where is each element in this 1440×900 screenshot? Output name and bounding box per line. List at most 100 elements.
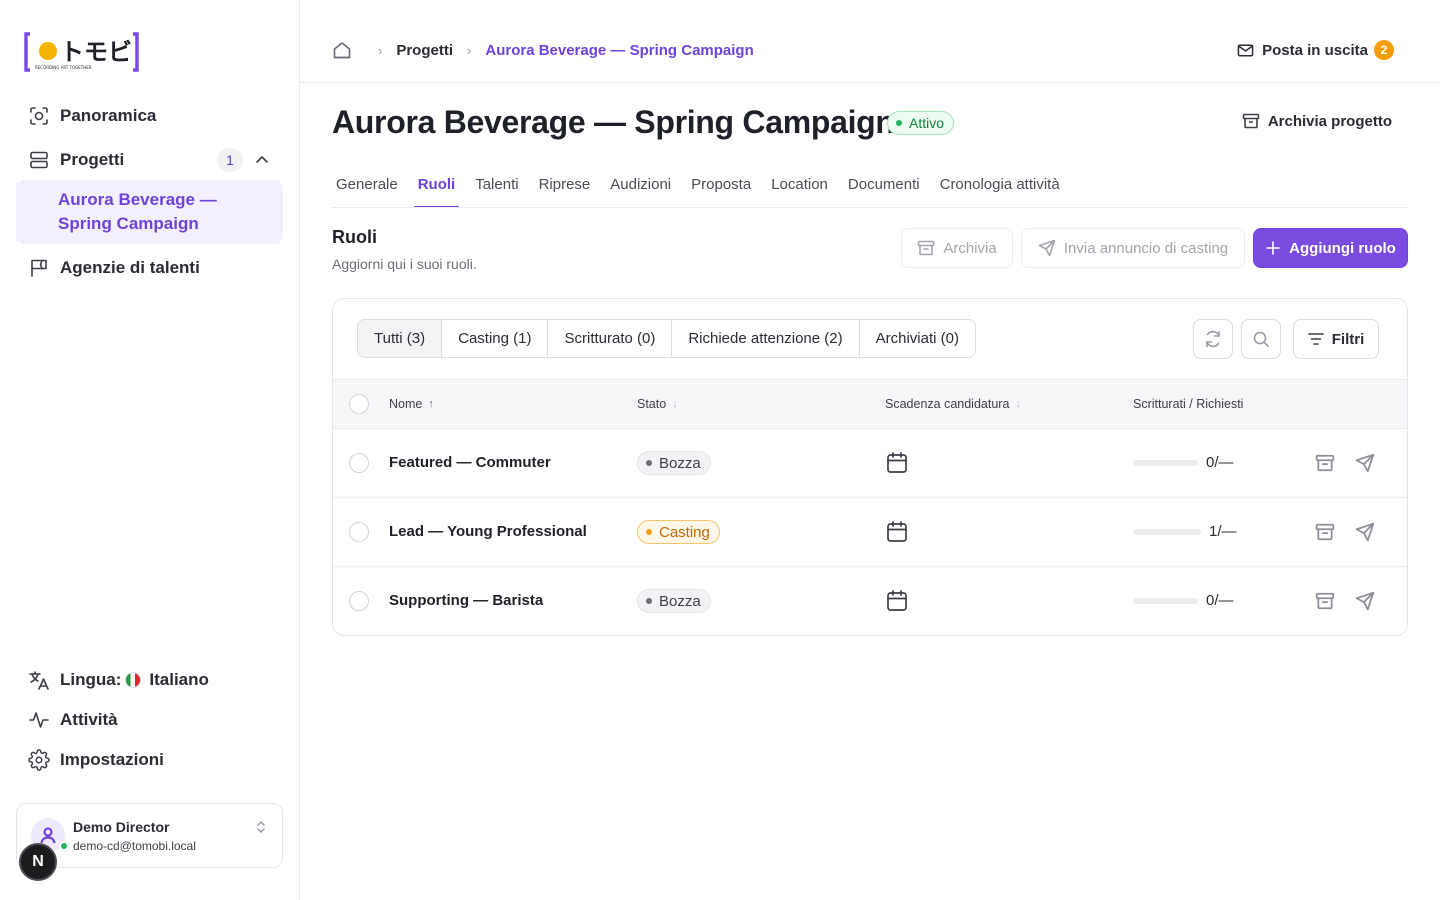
project-status-badge: Attivo [887, 111, 955, 135]
filters-button[interactable]: Filtri [1293, 319, 1379, 359]
tab-general[interactable]: Generale [332, 172, 402, 208]
refresh-button[interactable] [1193, 319, 1233, 359]
send-icon [1355, 522, 1375, 542]
table-row[interactable]: Featured — Commuter Bozza 0/— [333, 429, 1407, 498]
filter-needs-attention[interactable]: Richiede attenzione (2) [671, 320, 859, 357]
nav-label-overview: Panoramica [60, 106, 157, 125]
status-dot [646, 529, 652, 535]
flag-icon [28, 257, 50, 279]
outbox-button[interactable]: Posta in uscita 2 [1237, 40, 1394, 60]
table-row[interactable]: Lead — Young Professional Casting 1/— [333, 498, 1407, 567]
page-title: Aurora Beverage — Spring Campaign [332, 104, 895, 140]
role-name[interactable]: Lead — Young Professional [389, 523, 587, 540]
row-checkbox[interactable] [349, 522, 369, 542]
project-tabs: Generale Ruoli Talenti Riprese Audizioni… [332, 172, 1076, 208]
language-selector[interactable]: Lingua: Italiano [16, 660, 283, 700]
search-button[interactable] [1241, 319, 1281, 359]
role-filter-segments: Tutti (3) Casting (1) Scritturato (0) Ri… [357, 319, 976, 358]
status-label: Bozza [659, 454, 701, 472]
send-icon [1355, 591, 1375, 611]
booked-ratio: 0/— [1206, 454, 1234, 471]
tabs-divider [332, 207, 1408, 208]
tab-documents[interactable]: Documenti [844, 172, 924, 208]
filter-archived[interactable]: Archiviati (0) [858, 320, 975, 357]
user-name: Demo Director [73, 819, 170, 835]
sidebar-bottom-nav: Lingua: Italiano Attività Impostazioni [16, 660, 283, 780]
archive-project-button[interactable]: Archivia progetto [1242, 112, 1392, 130]
column-booked-label: Scritturati / Richiesti [1133, 397, 1244, 411]
table-row[interactable]: Supporting — Barista Bozza 0/— [333, 567, 1407, 635]
outbox-label: Posta in uscita [1262, 41, 1368, 59]
app-logo[interactable]: トモビ RECORDING ART TOGETHER [24, 32, 139, 72]
svg-text:RECORDING ART TOGETHER: RECORDING ART TOGETHER [35, 65, 92, 70]
column-deadline[interactable]: Scadenza candidatura ↓ [885, 397, 1021, 411]
breadcrumb: › Progetti › Aurora Beverage — Spring Ca… [332, 40, 754, 60]
nav-item-activity[interactable]: Attività [16, 700, 283, 740]
select-all-checkbox[interactable] [349, 394, 369, 414]
primary-nav: Panoramica Progetti 1 Aurora Beverage — … [16, 96, 283, 288]
user-email: demo-cd@tomobi.local [73, 839, 196, 853]
tab-proposal[interactable]: Proposta [687, 172, 755, 208]
nav-item-projects[interactable]: Progetti 1 [16, 140, 283, 180]
column-deadline-label: Scadenza candidatura [885, 397, 1010, 411]
column-booked: Scritturati / Richiesti [1133, 397, 1243, 411]
nav-label-activity: Attività [60, 710, 118, 729]
send-casting-call-button[interactable]: Invia annuncio di casting [1021, 228, 1245, 268]
outbox-count-badge: 2 [1374, 40, 1394, 60]
status-badge: Bozza [637, 451, 711, 475]
filter-booked[interactable]: Scritturato (0) [547, 320, 672, 357]
calendar-icon[interactable] [886, 520, 908, 544]
nav-item-settings[interactable]: Impostazioni [16, 740, 283, 780]
breadcrumb-projects[interactable]: Progetti [396, 42, 453, 59]
italy-flag-icon [125, 672, 142, 688]
add-role-button[interactable]: Aggiungi ruolo [1253, 228, 1408, 268]
column-name[interactable]: Nome ↑ [389, 397, 434, 411]
send-role-button[interactable] [1354, 590, 1376, 612]
row-checkbox[interactable] [349, 591, 369, 611]
svg-text:トモビ: トモビ [60, 38, 132, 66]
archive-icon [1242, 113, 1260, 129]
dev-tools-badge[interactable]: N [19, 843, 57, 881]
project-status-label: Attivo [909, 115, 945, 131]
add-role-label: Aggiungi ruolo [1289, 239, 1396, 257]
nav-item-overview[interactable]: Panoramica [16, 96, 283, 136]
column-status[interactable]: Stato ↓ [637, 397, 678, 411]
archive-button[interactable]: Archivia [901, 228, 1013, 268]
nav-item-active-project[interactable]: Aurora Beverage — Spring Campaign [16, 180, 283, 244]
role-name[interactable]: Supporting — Barista [389, 592, 543, 609]
filter-casting[interactable]: Casting (1) [441, 320, 548, 357]
home-icon[interactable] [332, 40, 352, 60]
archive-role-button[interactable] [1314, 452, 1336, 474]
tab-roles[interactable]: Ruoli [413, 172, 460, 208]
send-icon [1038, 239, 1056, 257]
activity-icon [28, 709, 50, 731]
send-icon [1355, 453, 1375, 473]
tab-location[interactable]: Location [767, 172, 832, 208]
nav-label-settings: Impostazioni [60, 750, 164, 769]
tab-shoots[interactable]: Riprese [535, 172, 595, 208]
calendar-icon[interactable] [886, 589, 908, 613]
nav-item-talent-agencies[interactable]: Agenzie di talenti [16, 248, 283, 288]
column-status-label: Stato [637, 397, 667, 411]
row-checkbox[interactable] [349, 453, 369, 473]
calendar-icon[interactable] [886, 451, 908, 475]
archive-role-button[interactable] [1314, 590, 1336, 612]
tab-activity-history[interactable]: Cronologia attività [936, 172, 1064, 208]
breadcrumb-separator-icon: › [378, 42, 383, 58]
filter-all[interactable]: Tutti (3) [358, 320, 442, 357]
plus-icon [1266, 241, 1280, 255]
section-title: Ruoli [332, 227, 377, 247]
send-role-button[interactable] [1354, 452, 1376, 474]
chevron-up-icon[interactable] [253, 151, 271, 169]
language-label: Lingua: [60, 670, 122, 689]
gear-icon [28, 749, 50, 771]
role-name[interactable]: Featured — Commuter [389, 454, 551, 471]
archive-role-button[interactable] [1314, 521, 1336, 543]
tab-auditions[interactable]: Audizioni [606, 172, 675, 208]
tab-talents[interactable]: Talenti [471, 172, 522, 208]
sort-desc-icon: ↓ [1015, 398, 1021, 410]
table-header: Nome ↑ Stato ↓ Scadenza candidatura ↓ Sc… [333, 379, 1407, 429]
send-role-button[interactable] [1354, 521, 1376, 543]
sort-desc-icon: ↓ [672, 398, 678, 410]
breadcrumb-current-project[interactable]: Aurora Beverage — Spring Campaign [485, 42, 753, 59]
